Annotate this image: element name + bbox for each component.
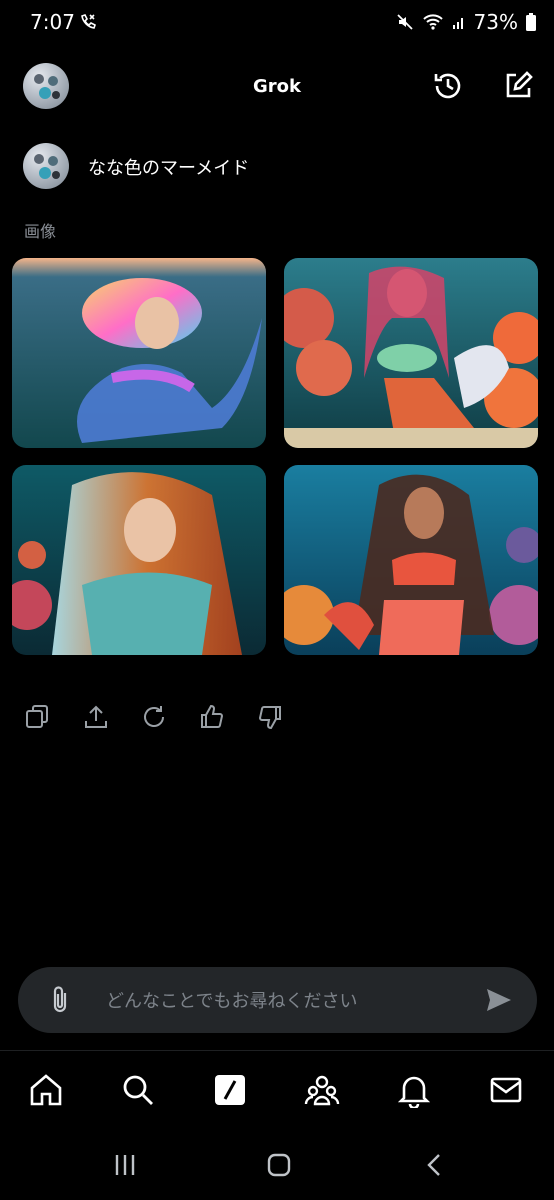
message-input[interactable] bbox=[104, 985, 468, 1017]
mermaid-image-4[interactable] bbox=[284, 465, 538, 655]
battery-percent: 73% bbox=[473, 10, 518, 34]
mute-icon bbox=[396, 13, 414, 31]
user-avatar bbox=[23, 143, 69, 189]
page-title: Grok bbox=[253, 76, 301, 97]
search-icon[interactable] bbox=[120, 1072, 156, 1108]
messages-icon[interactable] bbox=[488, 1072, 524, 1108]
home-circle-icon[interactable] bbox=[264, 1150, 294, 1180]
grok-icon[interactable] bbox=[212, 1072, 248, 1108]
user-message: なな色のマーメイド bbox=[88, 158, 250, 179]
mermaid-image-1[interactable] bbox=[12, 258, 266, 448]
paperclip-icon[interactable] bbox=[46, 985, 74, 1015]
call-forward-icon bbox=[78, 12, 98, 32]
thumbs-up-icon[interactable] bbox=[198, 703, 226, 731]
copy-icon[interactable] bbox=[24, 703, 52, 731]
signal-icon bbox=[452, 14, 466, 30]
wifi-icon bbox=[422, 13, 444, 31]
thumbs-down-icon[interactable] bbox=[256, 703, 284, 731]
send-icon[interactable] bbox=[484, 986, 514, 1014]
regenerate-icon[interactable] bbox=[140, 703, 168, 731]
home-icon[interactable] bbox=[28, 1072, 64, 1108]
recents-icon[interactable] bbox=[110, 1150, 140, 1180]
history-icon[interactable] bbox=[430, 68, 466, 104]
notifications-icon[interactable] bbox=[396, 1072, 432, 1108]
status-time: 7:07 bbox=[30, 10, 75, 34]
battery-icon bbox=[526, 13, 536, 31]
images-section-label: 画像 bbox=[24, 222, 57, 241]
mermaid-image-2[interactable] bbox=[284, 258, 538, 448]
status-right: 73% bbox=[396, 10, 536, 34]
mermaid-image-3[interactable] bbox=[12, 465, 266, 655]
communities-icon[interactable] bbox=[304, 1072, 340, 1108]
compose-icon[interactable] bbox=[500, 68, 536, 104]
nav-divider bbox=[0, 1050, 554, 1051]
message-composer bbox=[18, 967, 537, 1033]
share-icon[interactable] bbox=[82, 703, 110, 731]
back-icon[interactable] bbox=[420, 1150, 450, 1180]
